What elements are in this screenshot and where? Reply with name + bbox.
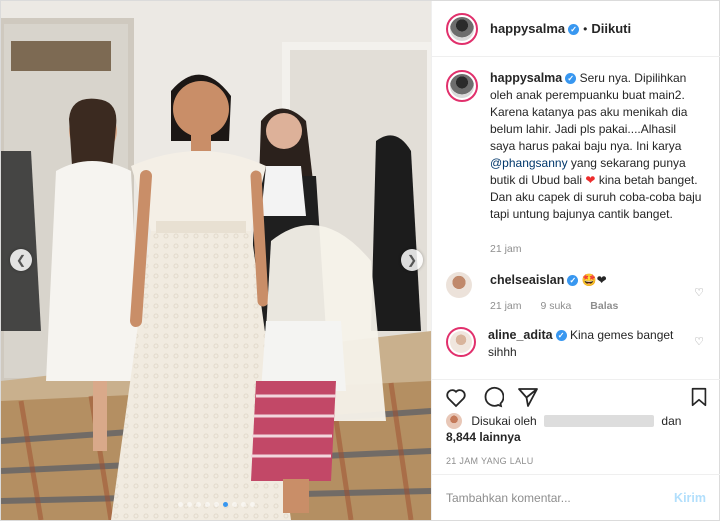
bookmark-icon[interactable] — [688, 386, 710, 408]
post-sidebar: happysalma ✓ • Diikuti happysalma ✓ Seru n… — [431, 1, 720, 520]
comment-icon[interactable] — [480, 385, 504, 409]
comment-text: 🤩❤ — [581, 273, 607, 287]
heart-icon[interactable] — [444, 385, 468, 409]
post-comment-button[interactable]: Kirim — [674, 491, 706, 505]
post-header: happysalma ✓ • Diikuti — [432, 1, 720, 57]
comment-item: chelseaislan ✓ 🤩❤ 21 jam 9 suka Balas ♡ — [446, 272, 706, 315]
post-window: ❮ ❯ happysalma ✓ • Diikuti happysalma ✓ Se… — [0, 0, 720, 521]
comment-input[interactable] — [446, 490, 675, 505]
comment-username-text[interactable]: chelseaislan — [490, 273, 564, 287]
carousel-dot — [240, 502, 246, 507]
carousel-dot — [249, 502, 255, 507]
carousel-dot — [177, 502, 183, 507]
verified-badge-icon: ✓ — [568, 24, 580, 35]
caption-avatar[interactable] — [446, 70, 478, 102]
comment-item: aline_adita ✓ Kina gemes banget sihhh ♡ — [446, 327, 706, 361]
caption-username[interactable]: happysalma ✓ — [490, 71, 577, 85]
header-separator: • — [583, 21, 588, 36]
chevron-left-icon: ❮ — [15, 253, 27, 267]
carousel-dot — [195, 502, 201, 507]
carousel-prev-button[interactable]: ❮ — [10, 249, 32, 271]
likes-prefix: Disukai oleh — [471, 414, 537, 428]
liker-name-redacted[interactable] — [544, 415, 655, 427]
follow-status-button[interactable]: Diikuti — [591, 21, 631, 36]
commenter-avatar[interactable] — [446, 272, 472, 298]
add-comment-bar: Kirim — [432, 474, 720, 520]
carousel-dot — [213, 502, 219, 507]
caption-username-text[interactable]: happysalma — [490, 71, 562, 85]
comment-like-count[interactable]: 9 suka — [540, 300, 571, 312]
comment-heart-icon[interactable]: ♡ — [694, 335, 704, 348]
comment-username[interactable]: aline_adita ✓ — [488, 328, 567, 342]
carousel-dot — [222, 502, 228, 507]
comment-username[interactable]: chelseaislan ✓ — [490, 273, 579, 287]
likes-summary: Disukai oleh dan 8,844 lainnya — [446, 413, 706, 445]
heart-emoji-icon: ❤ — [585, 173, 596, 187]
action-bar — [432, 379, 720, 413]
share-icon[interactable] — [516, 385, 540, 409]
comment-heart-icon[interactable]: ♡ — [694, 286, 704, 299]
verified-badge-icon: ✓ — [567, 275, 579, 286]
author-username[interactable]: happysalma ✓ — [490, 21, 580, 36]
caption: happysalma ✓ Seru nya. Dipilihkan oleh an… — [446, 70, 706, 258]
author-avatar[interactable] — [446, 12, 478, 45]
commenter-avatar[interactable] — [446, 327, 476, 357]
carousel-dot — [231, 502, 237, 507]
comment-username-text[interactable]: aline_adita — [488, 328, 553, 342]
carousel-indicator — [1, 502, 431, 507]
likes-count[interactable]: 8,844 lainnya — [446, 430, 521, 444]
carousel-next-button[interactable]: ❯ — [401, 249, 423, 271]
caption-time[interactable]: 21 jam — [490, 243, 522, 255]
likes-joiner: dan — [661, 414, 682, 428]
chevron-right-icon: ❯ — [406, 253, 418, 267]
carousel-dot — [186, 502, 192, 507]
verified-badge-icon: ✓ — [555, 330, 567, 341]
reply-button[interactable]: Balas — [590, 300, 618, 312]
post-timestamp[interactable]: 21 JAM YANG LALU — [446, 456, 534, 466]
mention-link[interactable]: @phangsanny — [490, 156, 568, 170]
post-photo[interactable]: ❮ ❯ — [1, 1, 431, 520]
author-username-text[interactable]: happysalma — [490, 21, 565, 36]
verified-badge-icon: ✓ — [565, 73, 577, 84]
carousel-dot — [204, 502, 210, 507]
comments-section: happysalma ✓ Seru nya. Dipilihkan oleh an… — [432, 58, 720, 376]
photo-illustration — [1, 1, 431, 520]
comment-time[interactable]: 21 jam — [490, 300, 522, 312]
liker-avatar[interactable] — [446, 413, 462, 429]
